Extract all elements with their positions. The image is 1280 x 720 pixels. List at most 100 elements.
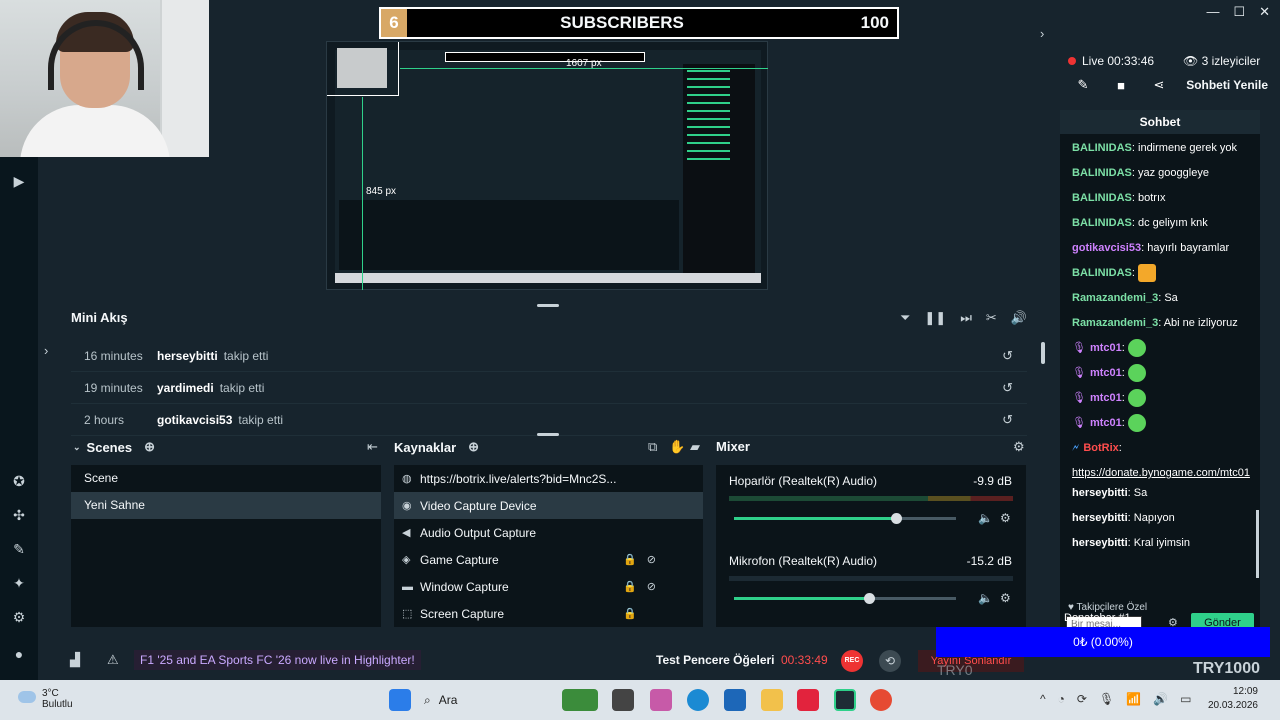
source-item[interactable]: ⬚ Screen Capture 🔒 <box>394 600 703 627</box>
alert-icon[interactable]: ⚠ <box>107 652 119 668</box>
volume-icon[interactable]: 🔊 <box>1011 310 1027 326</box>
window-icon: ▬ <box>402 580 413 593</box>
red-app-icon[interactable] <box>797 689 819 711</box>
taskbar-search[interactable]: ⌕ Ara <box>424 688 554 712</box>
tray-app-icon[interactable]: ◔ <box>1058 692 1065 706</box>
hand-icon[interactable]: ✋ <box>669 439 685 455</box>
streaming-app-icon[interactable] <box>834 689 856 711</box>
volume-knob[interactable] <box>891 513 903 524</box>
layers-icon[interactable]: ⧉ <box>648 439 657 455</box>
gear-icon[interactable]: ⚙ <box>1013 439 1025 455</box>
status-footer: ▟ ⚠ F1 '25 and EA Sports FC '26 now live… <box>60 647 1030 675</box>
mini-feed-controls: ⏷ ❚❚ ⏭ ✂ 🔊 <box>900 310 1027 326</box>
skip-icon[interactable]: ⏭ <box>960 310 972 326</box>
add-scene-icon[interactable]: ⊕ <box>144 439 155 455</box>
lock-icon[interactable]: 🔒 <box>623 553 637 566</box>
mic-badge-icon: 🎙 <box>1072 342 1086 354</box>
source-item-selected[interactable]: ◉ Video Capture Device <box>394 492 703 519</box>
volume-fill <box>734 597 870 600</box>
scene-item-selected[interactable]: Yeni Sahne <box>71 492 381 519</box>
gear-icon[interactable]: ⚙ <box>1000 511 1011 525</box>
resize-handle[interactable] <box>537 433 559 436</box>
copilot-icon[interactable] <box>650 689 672 711</box>
store-icon[interactable] <box>724 689 746 711</box>
pause-icon[interactable]: ❚❚ <box>924 310 946 326</box>
themes-icon[interactable]: ✪ <box>10 472 28 490</box>
hidden-icon[interactable]: ⊘ <box>647 553 656 566</box>
minimize-icon[interactable]: — <box>1206 4 1219 20</box>
chevron-up-icon[interactable]: ^ <box>1040 692 1046 706</box>
ai-icon[interactable]: ✦ <box>10 574 28 592</box>
volume-slider[interactable] <box>734 513 956 524</box>
volume-icon[interactable]: 🔊 <box>1153 692 1168 706</box>
source-item[interactable]: ◍ https://botrix.live/alerts?bid=Mnc2S..… <box>394 465 703 492</box>
play-icon[interactable]: ▶ <box>10 172 28 190</box>
mini-feed-scrollbar[interactable] <box>1041 342 1045 364</box>
viewer-count: 👁 3 izleyiciler <box>1183 54 1260 68</box>
collapse-icon[interactable]: ⇤ <box>367 439 378 455</box>
source-item[interactable]: ▬ Window Capture 🔒 ⊘ <box>394 573 703 600</box>
replay-icon[interactable]: ↺ <box>1002 380 1013 396</box>
selection-box[interactable] <box>327 42 399 96</box>
expand-icon[interactable]: › <box>44 343 48 358</box>
chat-scrollbar[interactable] <box>1256 510 1259 578</box>
edge-icon[interactable] <box>687 689 709 711</box>
lock-icon[interactable]: 🔒 <box>623 580 637 593</box>
hidden-icon[interactable]: ⊘ <box>647 580 656 593</box>
close-icon[interactable]: ✕ <box>1259 4 1270 20</box>
speaker-mute-icon[interactable]: 🔈 <box>978 511 993 525</box>
chrome-icon[interactable] <box>870 689 892 711</box>
filter-icon[interactable]: ⏷ <box>900 310 910 326</box>
wifi-icon[interactable]: 📶 <box>1126 692 1141 706</box>
volume-knob[interactable] <box>864 593 876 604</box>
lock-icon[interactable]: 🔒 <box>623 607 637 620</box>
test-widgets-button[interactable]: Test Pencere Öğeleri <box>656 653 775 667</box>
chevron-down-icon[interactable]: ⌄ <box>73 442 81 453</box>
refresh-chat-button[interactable]: Sohbeti Yenile <box>1186 78 1268 92</box>
start-icon[interactable] <box>389 689 411 711</box>
source-item[interactable]: ◈ Game Capture 🔒 ⊘ <box>394 546 703 573</box>
mute-alerts-icon[interactable]: ✂ <box>986 310 997 326</box>
source-item[interactable]: ◀ Audio Output Capture <box>394 519 703 546</box>
volume-slider[interactable] <box>734 593 956 604</box>
mic-icon[interactable]: 🎙 <box>1099 692 1114 706</box>
donation-link[interactable]: https://donate.bynogame.com/mtc01 <box>1072 467 1250 479</box>
folder-icon[interactable]: ▰ <box>690 439 700 455</box>
weather-widget[interactable]: 3°C Bulutlu <box>18 688 73 710</box>
record-button[interactable]: REC <box>841 650 863 672</box>
feed-time: 2 hours <box>84 412 125 427</box>
game-app-icon[interactable] <box>562 689 598 711</box>
camera-icon[interactable]: ■ <box>1102 78 1140 93</box>
settings-icon[interactable]: ⚙ <box>10 608 28 626</box>
maximize-icon[interactable]: ☐ <box>1233 4 1245 20</box>
user-icon[interactable]: ● <box>10 645 28 663</box>
feed-action: takip etti <box>238 412 284 427</box>
battery-icon[interactable]: ▭ <box>1180 692 1191 706</box>
emote-icon <box>1138 264 1157 283</box>
file-explorer-icon[interactable] <box>761 689 783 711</box>
edit-icon[interactable]: ✎ <box>1064 77 1102 93</box>
apps-icon[interactable]: ✣ <box>10 506 28 524</box>
stats-icon[interactable]: ▟ <box>70 652 80 668</box>
add-source-icon[interactable]: ⊕ <box>468 439 479 455</box>
share-icon[interactable]: ⋖ <box>1140 77 1178 93</box>
chat-message: 🎙 mtc01: <box>1072 361 1254 386</box>
news-banner[interactable]: F1 '25 and EA Sports FC '26 now live in … <box>134 650 421 670</box>
resize-handle[interactable] <box>537 304 559 307</box>
highlighter-icon[interactable]: ✎ <box>10 540 28 558</box>
list-item: 19 minutes yardimedi takip etti ↺ <box>71 372 1027 404</box>
replay-icon[interactable]: ↺ <box>1002 348 1013 364</box>
live-status: Live 00:33:46 <box>1068 54 1154 68</box>
replay-icon[interactable]: ↺ <box>1002 412 1013 428</box>
clock[interactable]: 12:09 20.03.2026 <box>1208 685 1258 713</box>
task-view-icon[interactable] <box>612 689 634 711</box>
gear-icon[interactable]: ⚙ <box>1000 591 1011 605</box>
replay-buffer-button[interactable]: ⟲ <box>879 650 901 672</box>
speaker-mute-icon[interactable]: 🔈 <box>978 591 993 605</box>
chevron-right-icon[interactable]: › <box>1040 26 1044 41</box>
audio-mixer: Hoparlör (Realtek(R) Audio) -9.9 dB 🔈 ⚙ … <box>716 465 1026 627</box>
streaming-app: ▶ ✪ ✣ ✎ ✦ ⚙ ● › 6 SUBSCRIBERS 100 1607 p… <box>0 0 1280 680</box>
editor-preview[interactable] <box>326 41 768 290</box>
sync-icon[interactable]: ⟳ <box>1077 692 1087 706</box>
scene-item[interactable]: Scene <box>71 465 381 492</box>
